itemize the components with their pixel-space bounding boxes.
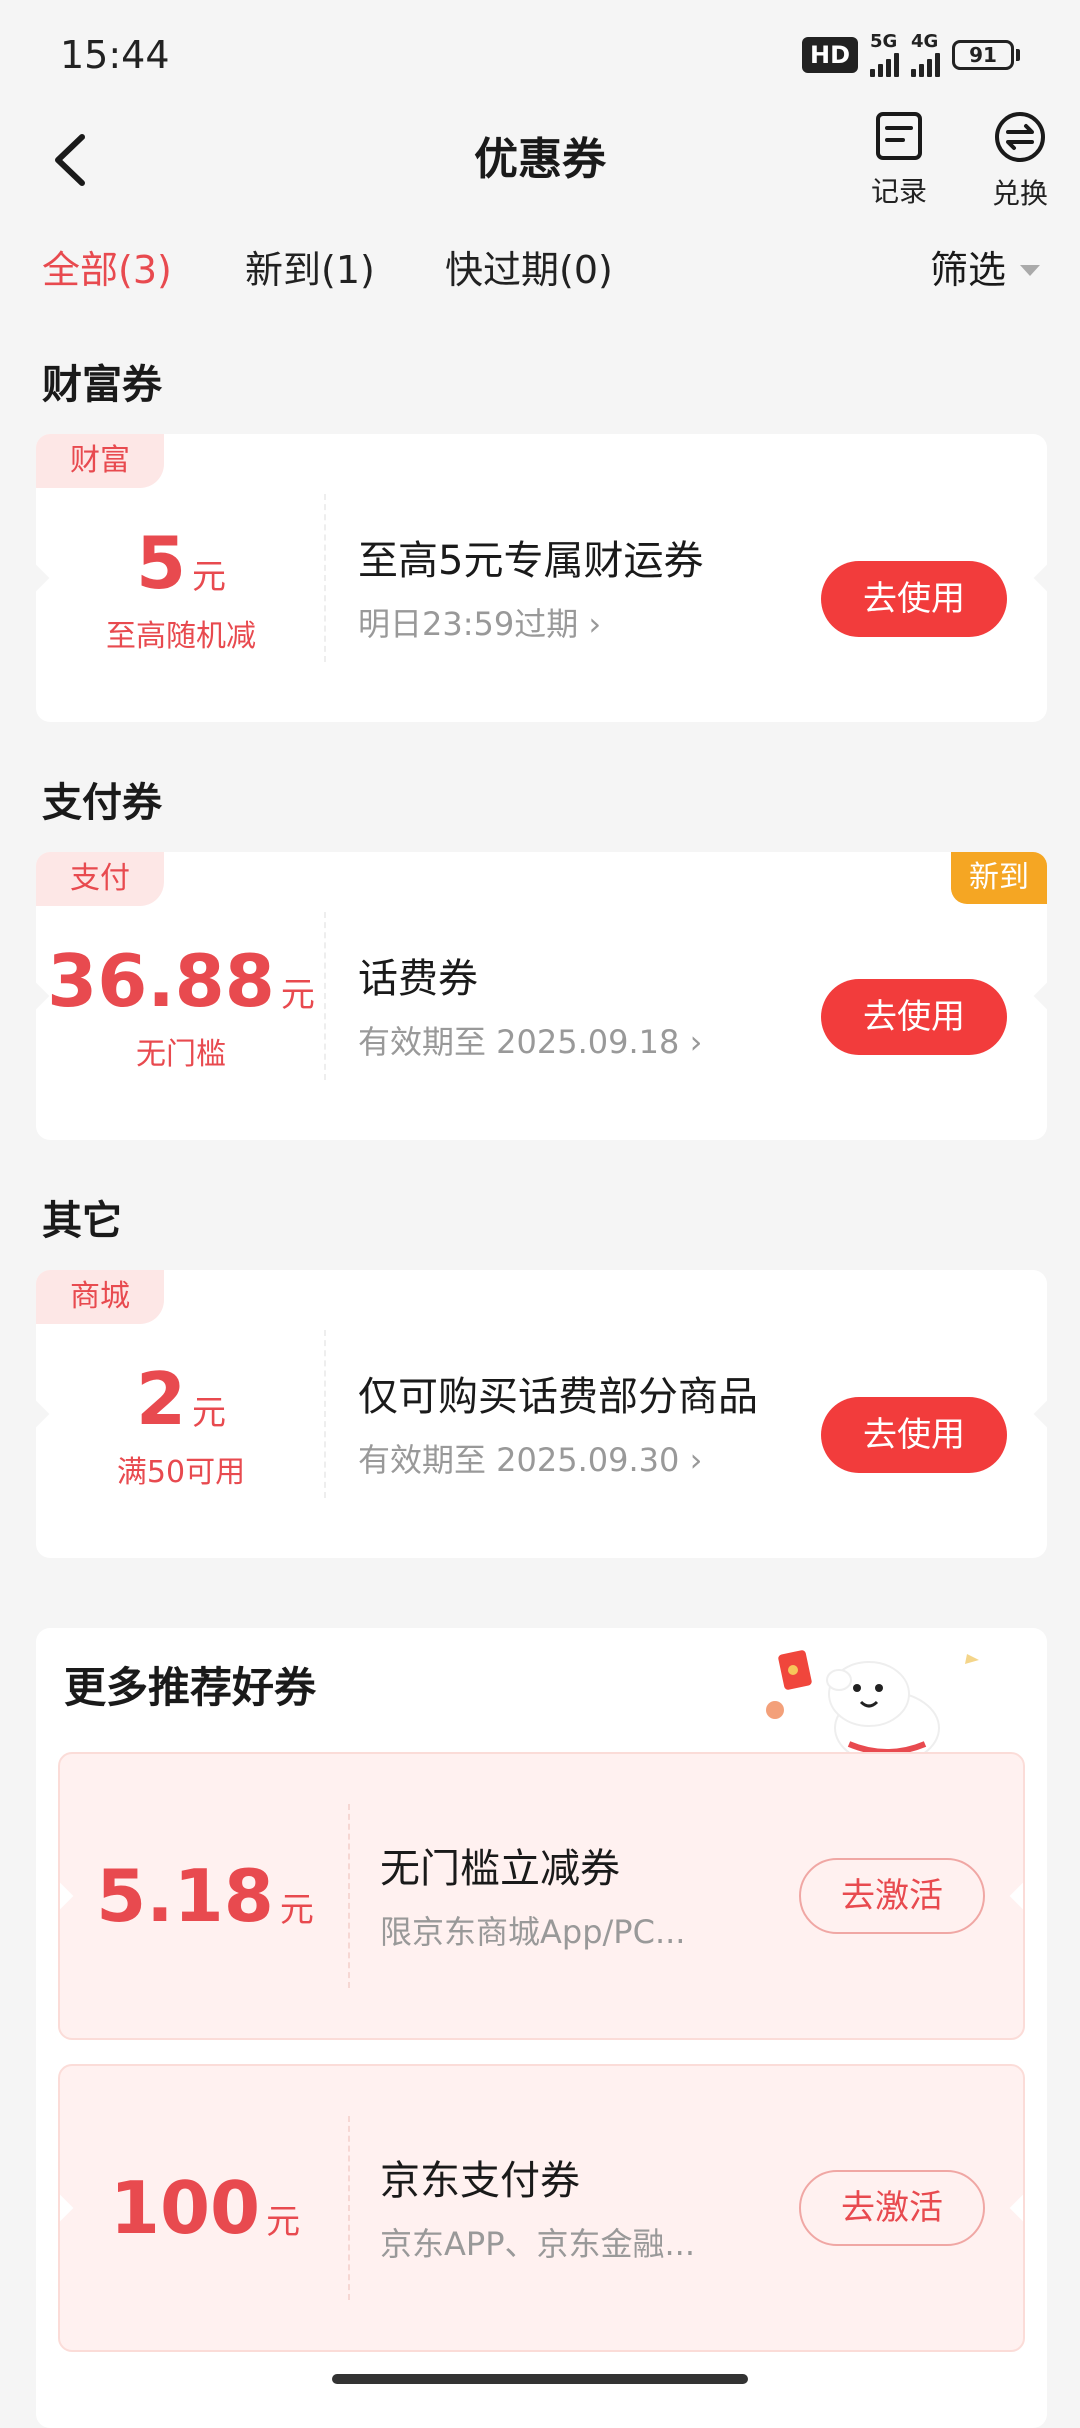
coupon-amount: 5	[135, 521, 187, 605]
coupon-card: 财富 5元 至高随机减 至高5元专属财运券 明日23:59过期 › 去使用	[36, 434, 1047, 722]
coupon-card: 支付 新到 36.88 元 无门槛 话费券 有效期至 2025.09.18 › 去…	[36, 852, 1047, 1140]
caret-down-icon	[1020, 264, 1040, 276]
coupon-expiry-link[interactable]: 明日23:59过期 ›	[358, 599, 808, 645]
coupon-unit: 元	[192, 1393, 227, 1433]
coupon-unit: 元	[266, 2202, 301, 2242]
coupon-scope: 限京东商城App/PC...	[380, 1913, 686, 1951]
new-badge: 新到	[951, 852, 1047, 904]
section-title-other: 其它	[42, 1198, 122, 1244]
record-button[interactable]: 记录	[854, 110, 944, 210]
coupon-expiry-link[interactable]: 有效期至 2025.09.18 ›	[358, 1017, 808, 1063]
recommend-title: 更多推荐好券	[64, 1663, 317, 1712]
coupon-amount: 2	[135, 1357, 187, 1441]
recommend-coupon-card: 5.18 元 无门槛立减券 限京东商城App/PC... 去激活	[58, 1752, 1025, 2040]
mascot-dog-icon	[766, 1650, 979, 1765]
exchange-icon	[995, 112, 1045, 162]
coupon-value: 36.88 元 无门槛	[36, 852, 326, 1140]
tab-all[interactable]: 全部(3)	[42, 240, 172, 300]
coupon-unit: 元	[279, 1890, 314, 1930]
tab-expiring[interactable]: 快过期(0)	[445, 240, 613, 300]
coupon-amount: 100	[109, 2166, 261, 2250]
coupon-card: 商城 2元 满50可用 仅可购买话费部分商品 有效期至 2025.09.30 ›…	[36, 1270, 1047, 1558]
tab-new[interactable]: 新到(1)	[245, 240, 375, 300]
coupon-title: 仅可购买话费部分商品	[358, 1374, 758, 1420]
battery-level: 91	[952, 40, 1014, 70]
coupon-scope: 京东APP、京东金融...	[380, 2225, 696, 2263]
status-time: 15:44	[60, 33, 170, 77]
coupon-unit: 元	[280, 975, 315, 1015]
coupon-title: 至高5元专属财运券	[358, 538, 704, 584]
coupon-amount: 5.18	[96, 1854, 274, 1938]
filter-tabs: 全部(3) 新到(1) 快过期(0) 筛选	[0, 240, 1080, 300]
battery-icon: 91	[952, 40, 1020, 70]
recommend-coupon-card: 100 元 京东支付券 京东APP、京东金融... 去激活	[58, 2064, 1025, 2352]
coupon-expiry-link[interactable]: 有效期至 2025.09.30 ›	[358, 1435, 778, 1481]
coupon-condition: 无门槛	[136, 1037, 226, 1072]
coupon-value: 100 元	[60, 2066, 350, 2350]
coupon-condition: 至高随机减	[106, 619, 256, 654]
activate-coupon-button[interactable]: 去激活	[799, 2170, 985, 2246]
section-title-wealth: 财富券	[42, 362, 162, 408]
signal-5g-icon: 5G	[870, 33, 899, 77]
coupon-condition: 满50可用	[116, 1455, 246, 1490]
use-coupon-button[interactable]: 去使用	[821, 561, 1007, 637]
filter-dropdown[interactable]: 筛选	[930, 240, 1040, 300]
use-coupon-button[interactable]: 去使用	[821, 1397, 1007, 1473]
coupon-unit: 元	[192, 557, 227, 597]
coupon-value: 5.18 元	[60, 1754, 350, 2038]
home-indicator[interactable]	[332, 2374, 748, 2384]
recommend-panel: 更多推荐好券 5.18 元 无门槛立减券 限京东商城App/PC... 去激活 1…	[36, 1628, 1047, 2428]
record-icon	[876, 112, 922, 160]
status-bar: 15:44 HD 5G 4G 91	[0, 0, 1080, 110]
hd-voice-icon: HD	[801, 37, 858, 73]
filter-label: 筛选	[929, 248, 1006, 292]
exchange-label: 兑换	[991, 177, 1048, 210]
signal-4g-icon: 4G	[911, 33, 940, 77]
exchange-button[interactable]: 兑换	[975, 110, 1065, 212]
section-title-payment: 支付券	[42, 780, 162, 826]
coupon-title: 话费券	[358, 956, 478, 1002]
coupon-value: 2元 满50可用	[36, 1270, 326, 1558]
coupon-value: 5元 至高随机减	[36, 434, 326, 722]
activate-coupon-button[interactable]: 去激活	[799, 1858, 985, 1934]
coupon-amount: 36.88	[47, 939, 275, 1023]
use-coupon-button[interactable]: 去使用	[821, 979, 1007, 1055]
system-icons: HD 5G 4G 91	[801, 33, 1020, 77]
record-label: 记录	[870, 175, 927, 208]
coupon-title: 无门槛立减券	[380, 1846, 620, 1892]
coupon-title: 京东支付券	[380, 2158, 580, 2204]
